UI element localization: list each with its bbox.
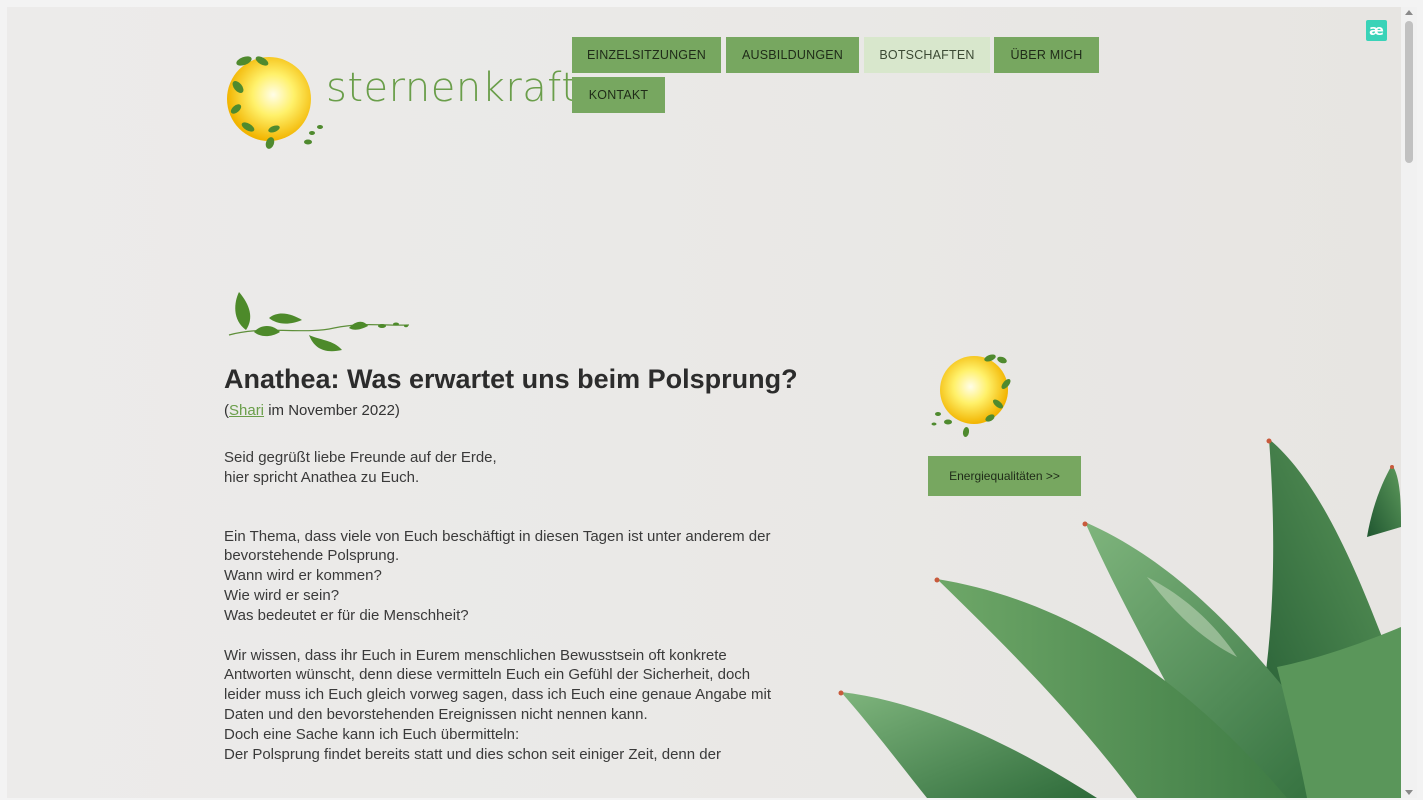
- text-line: Wir wissen, dass ihr Euch in Eurem mensc…: [224, 646, 727, 664]
- text-line: Wann wird er kommen?: [224, 567, 382, 585]
- nav-item-kontakt[interactable]: KONTAKT: [572, 77, 665, 113]
- page-viewport: sternenkraft EINZELSITZUNGEN AUSBILDUNGE…: [7, 7, 1401, 798]
- nav-item-label: EINZELSITZUNGEN: [587, 48, 706, 62]
- vertical-scrollbar[interactable]: [1401, 7, 1417, 798]
- scroll-down-arrow-icon[interactable]: [1405, 790, 1413, 795]
- nav-item-label: AUSBILDUNGEN: [741, 48, 844, 62]
- byline-date: im November 2022): [264, 402, 400, 419]
- extension-icon[interactable]: æ: [1366, 20, 1387, 41]
- nav-item-ausbildungen[interactable]: AUSBILDUNGEN: [726, 37, 859, 73]
- brand-name: sternenkraft: [326, 65, 578, 111]
- nav-item-botschaften[interactable]: BOTSCHAFTEN: [864, 37, 990, 73]
- text-line: Antworten wünscht, denn diese vermitteln…: [224, 666, 751, 684]
- paragraph-topic: Ein Thema, dass viele von Euch beschäfti…: [224, 527, 814, 626]
- article-title: Anathea: Was erwartet uns beim Polsprung…: [224, 364, 798, 394]
- text-line: Doch eine Sache kann ich Euch übermittel…: [224, 725, 520, 743]
- paragraph-greeting: Seid gegrüßt liebe Freunde auf der Erde,…: [224, 448, 814, 488]
- nav-item-einzelsitzungen[interactable]: EINZELSITZUNGEN: [572, 37, 721, 73]
- scroll-thumb[interactable]: [1405, 21, 1413, 163]
- extension-label: æ: [1369, 22, 1384, 39]
- leaf-vine-divider-icon: [228, 292, 410, 352]
- article-byline: (Shari im November 2022): [224, 402, 814, 419]
- text-line: Seid gegrüßt liebe Freunde auf der Erde,: [224, 449, 497, 466]
- nav-item-label: BOTSCHAFTEN: [879, 48, 975, 62]
- button-label: Energiequalitäten >>: [949, 469, 1060, 483]
- text-line: Wie wird er sein?: [224, 586, 340, 604]
- text-line: Ein Thema, dass viele von Euch beschäfti…: [224, 527, 771, 545]
- text-line: bevorstehende Polsprung.: [224, 547, 400, 565]
- sun-with-leaves-icon: [931, 354, 1011, 437]
- nav-item-ueber-mich[interactable]: ÜBER MICH: [994, 37, 1099, 73]
- text-line: Der Polsprung findet bereits statt und d…: [224, 745, 721, 763]
- nav-item-label: ÜBER MICH: [1010, 48, 1083, 62]
- text-line: Was bedeutet er für die Menschheit?: [224, 606, 469, 624]
- text-line: leider muss ich Euch gleich vorweg sagen…: [224, 686, 771, 704]
- energiequalitaeten-button[interactable]: Energiequalitäten >>: [928, 456, 1081, 496]
- nav-item-label: KONTAKT: [588, 88, 649, 102]
- author-link[interactable]: Shari: [229, 402, 264, 419]
- text-line: Daten und den bevorstehenden Ereignissen…: [224, 705, 648, 723]
- sun-with-leaves-icon: [227, 56, 323, 149]
- succulent-plant-image: [838, 438, 1401, 798]
- site-logo[interactable]: sternenkraft: [224, 47, 577, 159]
- text-line: hier spricht Anathea zu Euch.: [224, 468, 420, 486]
- paragraph-answer: Wir wissen, dass ihr Euch in Eurem mensc…: [224, 646, 814, 765]
- scroll-up-arrow-icon[interactable]: [1405, 10, 1413, 15]
- article: Anathea: Was erwartet uns beim Polsprung…: [224, 364, 814, 764]
